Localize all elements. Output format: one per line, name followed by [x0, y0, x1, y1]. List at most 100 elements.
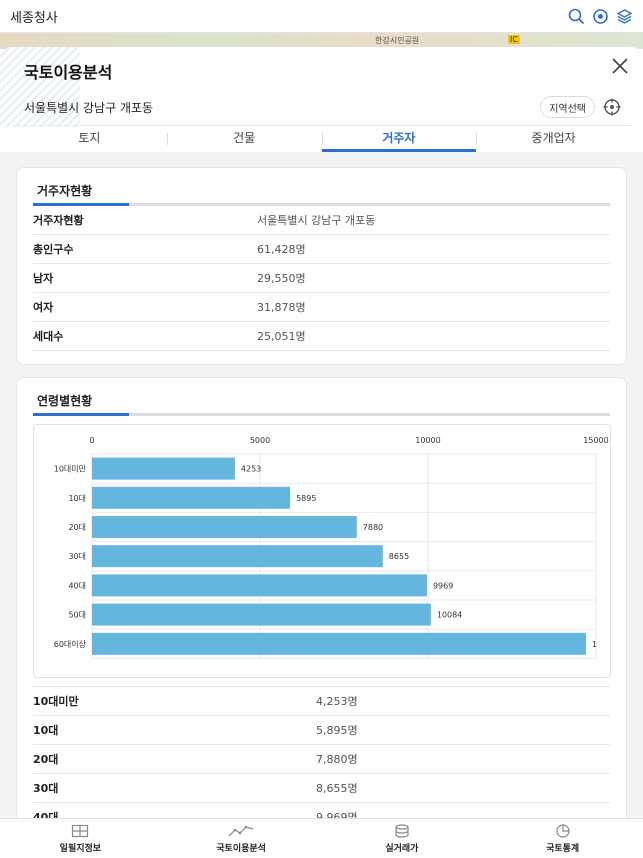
- table-row: 여자 31,878명: [33, 293, 610, 322]
- data-label: 7880: [363, 523, 383, 532]
- table-row: 세대수 25,051명: [33, 322, 610, 351]
- map-label: IC: [508, 35, 520, 44]
- top-bar-actions: [567, 7, 633, 25]
- data-label: 5895: [296, 494, 316, 503]
- map-label: 한강시민공원: [375, 36, 420, 45]
- pie-chart-icon: [556, 823, 570, 838]
- row-label: 남자: [33, 272, 54, 285]
- layers-icon[interactable]: [615, 7, 633, 25]
- coin-stack-icon: [395, 823, 409, 838]
- card-header: 연령별현황: [33, 378, 610, 416]
- table-row: 10대 5,895명: [33, 715, 610, 744]
- y-tick-label: 10대: [68, 494, 86, 503]
- row-value: 25,051명: [257, 330, 306, 343]
- tab-brokers[interactable]: 중개업자: [476, 126, 631, 152]
- row-label: 총인구수: [33, 243, 74, 256]
- age-bar-chart: 0 5000 10000 15000 10대미만 4253 10대 5895 20대 7880 30…: [33, 424, 611, 678]
- row-label: 40대: [33, 811, 59, 818]
- app-title: 세종청사: [10, 10, 58, 26]
- table-row: 남자 29,550명: [33, 264, 610, 293]
- table-row: 30대 8,655명: [33, 773, 610, 802]
- data-label: 8655: [389, 552, 409, 561]
- analysis-panel: 국토이용분석 서울특별시 강남구 개포동 지역선택 토지 건물 거주자 중개업자…: [0, 47, 643, 818]
- y-tick-label: 10대미만: [54, 465, 87, 474]
- row-value: 31,878명: [257, 301, 306, 314]
- row-value: 7,880명: [316, 753, 358, 766]
- row-label: 세대수: [33, 330, 64, 343]
- table-row: 40대 9,969명: [33, 802, 610, 818]
- y-tick-label: 30대: [68, 552, 86, 561]
- x-tick-label: 5000: [250, 436, 270, 445]
- nav-real-price[interactable]: 실거래가: [322, 819, 483, 858]
- top-bar: 세종청사: [0, 0, 643, 33]
- y-tick-label: 50대: [68, 611, 86, 620]
- age-table: 10대미만 4,253명 10대 5,895명 20대 7,880명 30대 8…: [33, 686, 610, 818]
- table-row: 10대미만 4,253명: [33, 686, 610, 715]
- tab-building[interactable]: 건물: [166, 126, 322, 152]
- y-tick-label: 60대이상: [54, 639, 87, 649]
- row-label: 여자: [33, 301, 54, 314]
- card-title: 거주자현황: [37, 184, 93, 198]
- table-row: 20대 7,880명: [33, 744, 610, 773]
- nav-label: 실거래가: [385, 843, 419, 854]
- bar: [92, 545, 383, 568]
- tab-residents[interactable]: 거주자: [321, 126, 477, 152]
- row-value: 4,253명: [316, 695, 358, 708]
- data-label: 4253: [241, 465, 261, 474]
- nav-land-use-analysis[interactable]: 국토이용분석: [161, 819, 322, 858]
- data-label: 9969: [433, 581, 453, 590]
- panel-title: 국토이용분석: [24, 63, 113, 82]
- row-value: 8,655명: [316, 782, 358, 795]
- bar: [92, 486, 291, 509]
- y-tick-label: 20대: [68, 523, 86, 532]
- region-name: 서울특별시 강남구 개포동: [24, 101, 154, 115]
- search-icon[interactable]: [567, 7, 585, 25]
- tab-land[interactable]: 토지: [12, 126, 167, 152]
- bar: [92, 457, 235, 480]
- table-row: 거주자현황 서울특별시 강남구 개포동: [33, 206, 610, 235]
- y-tick-label: 40대: [68, 581, 86, 590]
- bottom-nav: 일필지정보 국토이용분석 실거래가 국토통계: [0, 818, 643, 858]
- line-trend-icon: [228, 825, 254, 836]
- chart-svg: 0 5000 10000 15000 10대미만 4253 10대 5895 20대 7880 30…: [54, 436, 609, 659]
- residents-table: 거주자현황 서울특별시 강남구 개포동 총인구수 61,428명 남자 29,5…: [33, 206, 610, 351]
- region-select-button[interactable]: 지역선택: [540, 96, 595, 118]
- nav-label: 일필지정보: [59, 843, 102, 854]
- x-tick-label: 0: [89, 436, 94, 445]
- map-grid-icon: [72, 824, 89, 837]
- x-tick-label: 10000: [415, 436, 440, 445]
- crosshair-icon[interactable]: [603, 98, 621, 116]
- panel-header: 국토이용분석 서울특별시 강남구 개포동 지역선택 토지 건물 거주자 중개업자: [0, 47, 643, 152]
- bar: [92, 632, 586, 655]
- row-label: 10대: [33, 724, 59, 737]
- row-label: 30대: [33, 782, 59, 795]
- tab-bar: 토지 건물 거주자 중개업자: [12, 125, 631, 152]
- nav-parcel-info[interactable]: 일필지정보: [0, 819, 161, 858]
- table-row: 총인구수 61,428명: [33, 235, 610, 264]
- nav-land-statistics[interactable]: 국토통계: [482, 819, 643, 858]
- data-label: 10084: [437, 611, 462, 620]
- row-label: 10대미만: [33, 695, 79, 708]
- row-value: 서울특별시 강남구 개포동: [257, 214, 376, 227]
- row-value: 61,428명: [257, 243, 306, 256]
- x-tick-label: 15000: [583, 436, 608, 445]
- row-label: 거주자현황: [33, 214, 84, 227]
- nav-label: 국토통계: [546, 843, 580, 854]
- row-value: 29,550명: [257, 272, 306, 285]
- card-title-underline: [33, 413, 129, 416]
- age-card: 연령별현황 0 5000 10000 15000 10대미만 4253 10대 5895 20대…: [16, 377, 627, 818]
- residents-card: 거주자현황 거주자현황 서울특별시 강남구 개포동 총인구수 61,428명 남…: [16, 167, 627, 365]
- bar: [92, 516, 357, 538]
- location-icon[interactable]: [591, 7, 609, 25]
- nav-label: 국토이용분석: [216, 843, 266, 854]
- card-title: 연령별현황: [37, 394, 93, 408]
- close-icon[interactable]: [609, 55, 631, 77]
- bar: [92, 603, 431, 626]
- row-value: 5,895명: [316, 724, 358, 737]
- data-label: 1: [592, 640, 597, 649]
- row-value: 9,969명: [316, 811, 358, 818]
- card-header: 거주자현황: [33, 168, 610, 206]
- bar: [92, 574, 427, 597]
- row-label: 20대: [33, 753, 59, 766]
- card-title-underline: [33, 203, 129, 206]
